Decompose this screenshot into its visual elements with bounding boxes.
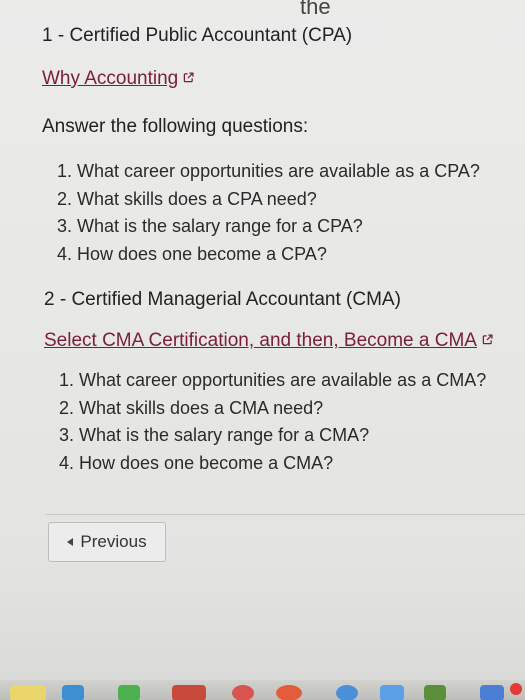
section-1-heading: 1 - Certified Public Accountant (CPA) (42, 25, 353, 46)
why-accounting-link-label: Why Accounting (42, 68, 179, 89)
list-item: 3. What is the salary range for a CPA? (57, 216, 363, 236)
browser-app-icon[interactable] (232, 685, 254, 700)
cpa-question-list: 1. What career opportunities are availab… (57, 158, 480, 268)
list-item: 2. What skills does a CMA need? (59, 397, 324, 418)
taskbar (0, 680, 525, 700)
notification-badge (510, 683, 522, 695)
external-link-icon (183, 72, 194, 83)
caret-left-icon (67, 538, 74, 546)
files-app-icon[interactable] (62, 685, 84, 700)
footer-divider (45, 514, 525, 515)
list-item: 1. What career opportunities are availab… (59, 370, 487, 390)
external-link-icon (482, 334, 493, 345)
section-2-heading: 2 - Certified Managerial Accountant (CMA… (44, 289, 401, 310)
messages-app-icon[interactable] (336, 685, 358, 700)
notes-app-icon[interactable] (10, 685, 46, 700)
photos-app-icon[interactable] (424, 685, 446, 700)
mail-app-icon[interactable] (380, 685, 404, 700)
become-cma-link[interactable]: Select CMA Certification, and then, Beco… (44, 330, 493, 352)
list-item: 1. What career opportunities are availab… (57, 161, 480, 181)
store-app-icon[interactable] (480, 685, 504, 700)
sheets-app-icon[interactable] (118, 685, 140, 700)
instructions-text: Answer the following questions: (42, 116, 309, 137)
calendar-app-icon[interactable] (172, 685, 206, 700)
list-item: 3. What is the salary range for a CMA? (59, 425, 370, 445)
become-cma-link-label: Select CMA Certification, and then, Beco… (44, 330, 477, 351)
previous-button[interactable]: Previous (48, 522, 166, 562)
list-item: 2. What skills does a CPA need? (57, 188, 317, 209)
list-item: 4. How does one become a CPA? (57, 243, 327, 264)
music-app-icon[interactable] (276, 685, 302, 700)
list-item: 4. How does one become a CMA? (59, 452, 334, 473)
cma-question-list: 1. What career opportunities are availab… (59, 367, 486, 477)
clipped-header-text: the (300, 0, 331, 19)
page: the 1 - Certified Public Accountant (CPA… (0, 0, 525, 700)
previous-button-label: Previous (80, 532, 147, 551)
why-accounting-link[interactable]: Why Accounting (42, 68, 194, 90)
